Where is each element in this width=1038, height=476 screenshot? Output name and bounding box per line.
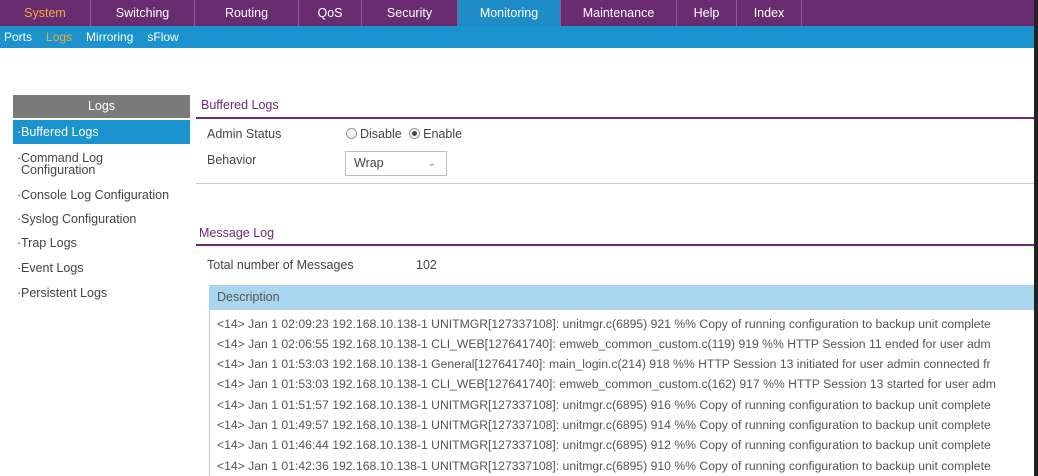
disable-radio[interactable] xyxy=(346,128,357,139)
tab-monitoring[interactable]: Monitoring xyxy=(458,0,561,26)
subnav-sflow[interactable]: sFlow xyxy=(147,30,178,44)
behavior-select[interactable]: Wrap ⌄ xyxy=(345,151,447,176)
tab-security[interactable]: Security xyxy=(362,0,458,26)
table-row: <14> Jan 1 02:09:23 192.168.10.138-1 UNI… xyxy=(217,317,991,331)
table-row: <14> Jan 1 01:53:03 192.168.10.138-1 CLI… xyxy=(217,377,996,391)
subnav-ports[interactable]: Ports xyxy=(4,30,32,44)
behavior-select-value: Wrap xyxy=(354,156,384,170)
sidebar-item-event-logs[interactable]: ·Event Logs xyxy=(13,261,190,275)
sidebar-item-label: Trap Logs xyxy=(21,236,77,250)
sidebar-item-label: Persistent Logs xyxy=(21,286,108,300)
section-bottom-divider xyxy=(196,183,1034,184)
description-column-header[interactable]: Description xyxy=(209,285,1034,310)
table-row: <14> Jan 1 01:49:57 192.168.10.138-1 UNI… xyxy=(217,418,991,432)
table-row: <14> Jan 1 01:46:44 192.168.10.138-1 UNI… xyxy=(217,438,991,452)
sidebar-item-label: Buffered Logs xyxy=(21,125,99,139)
disable-radio-label: Disable xyxy=(360,127,402,141)
chevron-down-icon: ⌄ xyxy=(427,158,436,169)
sidebar-item-label: Syslog Configuration xyxy=(21,212,137,226)
table-row: <14> Jan 1 01:42:36 192.168.10.138-1 UNI… xyxy=(217,459,991,473)
sidebar-item-trap-logs[interactable]: ·Trap Logs xyxy=(13,236,190,250)
sub-nav: Ports Logs Mirroring sFlow xyxy=(0,26,1034,48)
total-messages-value: 102 xyxy=(416,258,437,272)
enable-radio[interactable] xyxy=(409,128,421,139)
sidebar-item-command-log-configuration[interactable]: · Command Log Configuration xyxy=(13,151,190,177)
table-row: <14> Jan 1 01:51:57 192.168.10.138-1 UNI… xyxy=(217,398,991,412)
admin-status-label: Admin Status xyxy=(207,127,282,141)
tab-routing[interactable]: Routing xyxy=(195,0,299,26)
admin-status-radio-group: Disable Enable xyxy=(346,127,462,141)
behavior-label: Behavior xyxy=(207,153,257,167)
subnav-mirroring[interactable]: Mirroring xyxy=(86,30,133,44)
sidebar-item-label: Console Log Configuration xyxy=(21,188,170,202)
sidebar-item-persistent-logs[interactable]: ·Persistent Logs xyxy=(13,286,190,300)
sidebar-item-buffered-logs[interactable]: ·Buffered Logs xyxy=(13,120,190,144)
tab-system[interactable]: System xyxy=(0,0,91,26)
table-left-border xyxy=(209,310,210,476)
section-title-message-log: Message Log xyxy=(199,226,275,240)
sidebar-item-label: Command Log Configuration xyxy=(21,151,103,177)
table-row: <14> Jan 1 02:06:55 192.168.10.138-1 CLI… xyxy=(217,337,991,351)
tab-qos[interactable]: QoS xyxy=(299,0,362,26)
table-row: <14> Jan 1 01:53:03 192.168.10.138-1 Gen… xyxy=(217,357,991,371)
sidebar-item-syslog-configuration[interactable]: ·Syslog Configuration xyxy=(13,212,190,226)
top-nav: System Switching Routing QoS Security Mo… xyxy=(0,0,1034,26)
enable-radio-label: Enable xyxy=(423,127,463,141)
tab-index[interactable]: Index xyxy=(737,0,802,26)
section-title-buffered-logs: Buffered Logs xyxy=(201,98,279,112)
subnav-logs[interactable]: Logs xyxy=(46,30,72,44)
tab-maintenance[interactable]: Maintenance xyxy=(561,0,677,26)
sidebar-item-label: Event Logs xyxy=(21,261,84,275)
tab-switching[interactable]: Switching xyxy=(91,0,195,26)
section-divider xyxy=(196,244,1034,246)
sidebar: Logs ·Buffered Logs · Command Log Configu… xyxy=(13,95,190,300)
sidebar-title: Logs xyxy=(13,95,190,118)
total-messages-label: Total number of Messages xyxy=(207,258,354,272)
window-border xyxy=(1034,0,1038,476)
top-nav-filler xyxy=(802,0,1034,26)
sidebar-item-console-log-configuration[interactable]: ·Console Log Configuration xyxy=(13,188,190,202)
section-divider xyxy=(196,117,1034,119)
tab-help[interactable]: Help xyxy=(677,0,737,26)
